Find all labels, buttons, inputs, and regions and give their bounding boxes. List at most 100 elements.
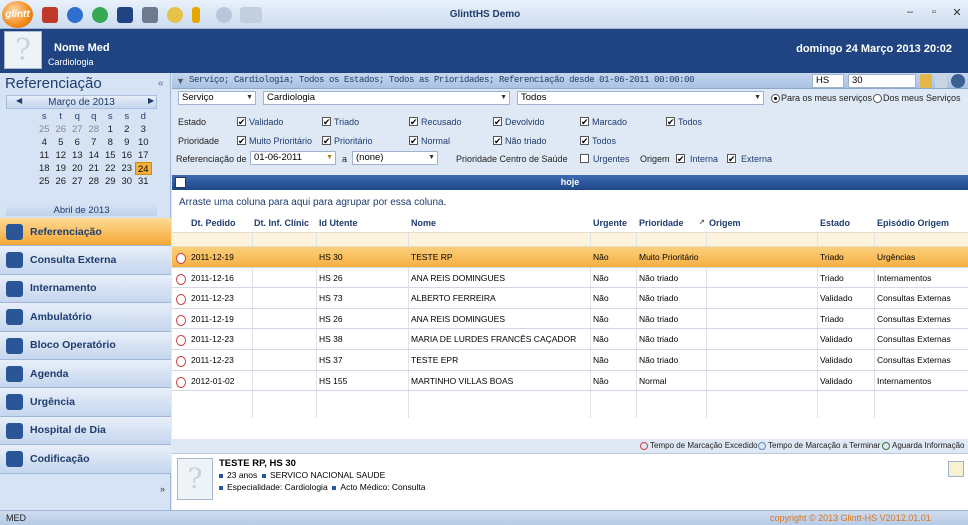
nav-item[interactable]: Ambulatório [0, 303, 171, 332]
key-icon[interactable] [192, 7, 200, 23]
calendar-day[interactable]: 1 [102, 123, 119, 136]
scope-radio-services[interactable] [873, 94, 882, 103]
calendar-day[interactable]: 24 [135, 162, 152, 176]
column-header[interactable]: Id Utente [319, 218, 358, 228]
calendar-day[interactable]: 15 [102, 149, 119, 162]
calendar-day[interactable]: 21 [86, 162, 103, 175]
calendar-day[interactable]: 5 [53, 136, 70, 149]
calendar-day[interactable]: 28 [86, 175, 103, 188]
minimize-icon[interactable]: – [902, 6, 918, 20]
back-icon[interactable] [67, 7, 83, 23]
service-type-select[interactable]: Serviço ▼ [178, 91, 256, 105]
estado-checkbox[interactable]: ✔ [666, 117, 675, 127]
scope-radio-mine[interactable] [771, 94, 780, 103]
column-header[interactable]: Origem [709, 218, 741, 228]
calendar-day[interactable]: 8 [102, 136, 119, 149]
calendar-day[interactable]: 23 [119, 162, 136, 175]
priority-checkbox[interactable]: ✔ [493, 136, 502, 146]
app-logo[interactable]: glintt [2, 1, 33, 28]
nav-item[interactable]: Hospital de Dia [0, 416, 171, 446]
table-row[interactable]: 2011-12-19 HS 30 TESTE RP Não Muito Prioritá… [172, 247, 968, 268]
state-select[interactable]: Todos ▼ [517, 91, 764, 105]
calendar-day[interactable]: 31 [135, 175, 152, 188]
print-icon[interactable] [142, 7, 158, 23]
priority-checkbox[interactable]: ✔ [409, 136, 418, 146]
calendar-day[interactable]: 27 [69, 123, 86, 136]
calendar-day[interactable]: 4 [36, 136, 53, 149]
estado-checkbox[interactable]: ✔ [322, 117, 331, 127]
calendar-day[interactable]: 20 [69, 162, 86, 175]
column-header[interactable]: Episódio Origem [877, 218, 949, 228]
calendar-day[interactable]: 10 [135, 136, 152, 149]
calendar-day[interactable]: 12 [53, 149, 70, 162]
nav-item[interactable]: Internamento [0, 274, 171, 304]
estado-checkbox[interactable]: ✔ [237, 117, 246, 127]
calendar-day[interactable]: 7 [86, 136, 103, 149]
nav-item[interactable]: Consulta Externa [0, 246, 171, 275]
referral-to-date[interactable]: (none) ▼ [352, 151, 438, 165]
calendar-day[interactable]: 17 [135, 149, 152, 162]
interna-checkbox[interactable]: ✔ [676, 154, 685, 164]
maximize-icon[interactable]: ▫ [926, 6, 942, 20]
nav-item[interactable]: Referenciação [0, 218, 171, 247]
table-row[interactable]: 2011-12-19 HS 26 ANA REIS DOMINGUES Não Não … [172, 309, 968, 330]
edit-icon[interactable] [948, 461, 964, 477]
column-header[interactable]: Estado [820, 218, 850, 228]
calendar-prev-icon[interactable]: ◀ [16, 96, 22, 105]
grid-filter-row[interactable] [172, 232, 968, 247]
calendar-day[interactable]: 25 [36, 123, 53, 136]
calendar-day[interactable]: 18 [36, 162, 53, 175]
priority-checkbox[interactable]: ✔ [580, 136, 589, 146]
estado-checkbox[interactable]: ✔ [580, 117, 589, 127]
calendar-day[interactable]: 9 [119, 136, 136, 149]
nav-item[interactable]: Urgência [0, 388, 171, 417]
calendar-day[interactable]: 29 [102, 175, 119, 188]
calendar-day[interactable]: 6 [69, 136, 86, 149]
refresh-icon[interactable] [92, 7, 108, 23]
estado-checkbox[interactable]: ✔ [493, 117, 502, 127]
calendar-day[interactable]: 25 [36, 175, 53, 188]
close-icon[interactable]: ✕ [949, 6, 965, 20]
hand-icon[interactable] [167, 7, 183, 23]
column-header[interactable]: Urgente [593, 218, 627, 228]
search-list-icon[interactable] [935, 74, 947, 88]
calendar-day[interactable]: 13 [69, 149, 86, 162]
save-icon[interactable] [117, 7, 133, 23]
calendar-day[interactable]: 3 [135, 123, 152, 136]
externa-checkbox[interactable]: ✔ [727, 154, 736, 164]
table-row[interactable]: 2011-12-23 HS 73 ALBERTO FERREIRA Não Não tr… [172, 288, 968, 309]
calendar-day[interactable]: 11 [36, 149, 53, 162]
options-icon[interactable] [240, 7, 262, 23]
column-chooser-icon[interactable] [175, 177, 186, 188]
search-folder-icon[interactable] [920, 74, 932, 88]
calendar-next-month[interactable]: Abril de 2013 [6, 204, 157, 216]
calendar-day[interactable]: 22 [102, 162, 119, 175]
column-header[interactable]: Dt. Pedido [191, 218, 236, 228]
calendar-day[interactable]: 26 [53, 123, 70, 136]
flag-icon[interactable] [42, 7, 58, 23]
collapse-panel-icon[interactable]: « [158, 78, 164, 89]
calendar-day[interactable]: 14 [86, 149, 103, 162]
column-header[interactable]: Prioridade [639, 218, 684, 228]
table-row[interactable]: 2011-12-16 HS 26 ANA REIS DOMINGUES Não Não … [172, 268, 968, 289]
calendar-day[interactable]: 2 [119, 123, 136, 136]
urgentes-checkbox[interactable] [580, 154, 589, 163]
priority-checkbox[interactable]: ✔ [237, 136, 246, 146]
table-row[interactable]: 2011-12-23 HS 38 MARIA DE LURDES FRANCÊS C… [172, 329, 968, 350]
priority-checkbox[interactable]: ✔ [322, 136, 331, 146]
calendar-day[interactable]: 30 [119, 175, 136, 188]
table-row[interactable]: 2012-01-02 HS 155 MARTINHO VILLAS BOAS Não N… [172, 371, 968, 392]
calendar-day[interactable]: 28 [86, 123, 103, 136]
referral-from-date[interactable]: 01-06-2011 ▼ [250, 151, 336, 165]
estado-checkbox[interactable]: ✔ [409, 117, 418, 127]
calendar-day[interactable]: 19 [53, 162, 70, 175]
patient-search-icon[interactable] [951, 74, 965, 88]
help-icon[interactable] [216, 7, 232, 23]
nav-more-icon[interactable]: » [160, 484, 165, 494]
table-row[interactable]: 2011-12-23 HS 37 TESTE EPR Não Não triado Val… [172, 350, 968, 371]
search-input[interactable]: 30 [848, 74, 916, 88]
calendar-next-icon[interactable]: ▶ [148, 96, 154, 105]
search-type-select[interactable]: HS [812, 74, 844, 88]
calendar-day[interactable]: 27 [69, 175, 86, 188]
column-header[interactable]: Nome [411, 218, 436, 228]
